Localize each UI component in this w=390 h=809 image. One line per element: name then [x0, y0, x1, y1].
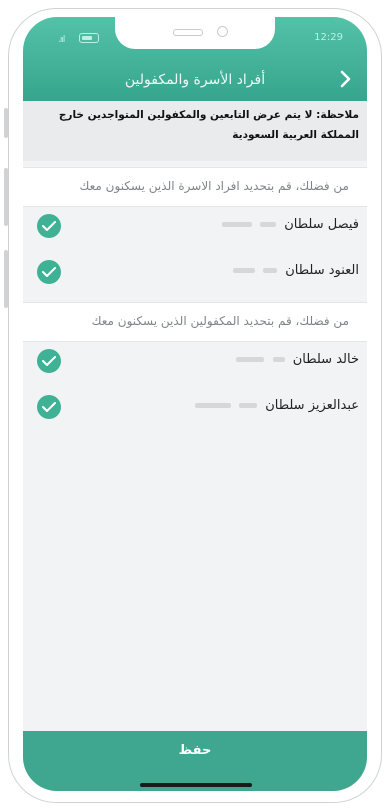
side-button: [4, 108, 8, 138]
family-instruction: من فضلك، قم بتحديد افراد الاسرة الذين يس…: [79, 179, 349, 193]
status-time: 12:29: [314, 32, 343, 43]
home-indicator: [140, 783, 252, 787]
check-icon: [42, 267, 56, 277]
camera: [217, 26, 228, 37]
member-name: خالد سلطان: [292, 352, 359, 367]
side-button: [4, 250, 8, 308]
list-item[interactable]: العنود سلطان: [23, 252, 367, 292]
member-name-row: فيصل سلطان: [221, 217, 359, 232]
battery-icon: [79, 33, 99, 43]
redacted-text: [260, 222, 277, 227]
check-icon: [42, 402, 56, 412]
page-title: أفراد الأسرة والمكفولين: [124, 72, 266, 88]
save-button-label: حفظ: [178, 743, 212, 758]
checkbox-checked[interactable]: [37, 214, 61, 238]
app-header: .ııl 12:29 أفراد الأسرة والمكفولين: [23, 17, 367, 101]
member-name-row: خالد سلطان: [236, 352, 359, 367]
redacted-text: [232, 268, 255, 273]
save-button[interactable]: حفظ: [23, 731, 367, 791]
family-section-header: من فضلك، قم بتحديد افراد الاسرة الذين يس…: [23, 167, 367, 207]
signal-icon: .ııl: [58, 35, 65, 45]
redacted-text: [194, 403, 231, 408]
redacted-text: [272, 357, 285, 362]
speaker: [173, 29, 203, 36]
note-text: ملاحظة: لا يتم عرض التابعين والمكفولين ا…: [58, 109, 359, 141]
redacted-text: [236, 357, 265, 362]
checkbox-checked[interactable]: [37, 395, 61, 419]
back-button[interactable]: [333, 67, 357, 91]
phone-notch: [115, 17, 275, 49]
redacted-text: [221, 222, 252, 227]
check-icon: [42, 221, 56, 231]
list-item[interactable]: عبدالعزيز سلطان: [23, 387, 367, 427]
member-name: العنود سلطان: [285, 263, 359, 278]
list-item[interactable]: خالد سلطان: [23, 341, 367, 381]
chevron-right-icon: [340, 70, 351, 88]
checkbox-checked[interactable]: [37, 349, 61, 373]
app-screen: .ııl 12:29 أفراد الأسرة والمكفولين ملاحظ…: [23, 17, 367, 791]
member-name-row: عبدالعزيز سلطان: [194, 398, 359, 413]
list-item[interactable]: فيصل سلطان: [23, 206, 367, 246]
member-name: فيصل سلطان: [284, 217, 359, 232]
info-note: ملاحظة: لا يتم عرض التابعين والمكفولين ا…: [23, 101, 367, 161]
redacted-text: [239, 403, 258, 408]
member-name-row: العنود سلطان: [232, 263, 359, 278]
member-name: عبدالعزيز سلطان: [265, 398, 359, 413]
sponsored-section-header: من فضلك، قم بتحديد المكفولين الذين يسكنو…: [23, 302, 367, 342]
sponsored-instruction: من فضلك، قم بتحديد المكفولين الذين يسكنو…: [91, 314, 349, 328]
check-icon: [42, 356, 56, 366]
side-button: [4, 168, 8, 226]
redacted-text: [263, 268, 278, 273]
checkbox-checked[interactable]: [37, 260, 61, 284]
